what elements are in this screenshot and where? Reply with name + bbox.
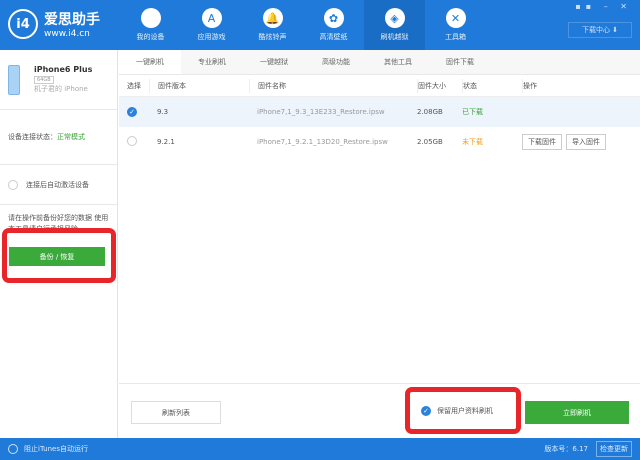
- check-update-button[interactable]: 检查更新: [596, 441, 632, 457]
- tab-one-click-flash[interactable]: 一键刷机: [119, 50, 181, 74]
- device-owner: 机子君的 iPhone: [34, 85, 88, 93]
- highlight-box: [405, 387, 521, 434]
- auto-activate-option[interactable]: 连接后自动激活设备: [0, 165, 117, 205]
- nav-label: 酷炫铃声: [258, 33, 287, 41]
- col-select: 选择: [127, 81, 141, 90]
- main-panel: 一键刷机 专业刷机 一键越狱 高级功能 其他工具 固件下载 选择 固件版本 固件…: [119, 50, 640, 438]
- nav-label: 刷机越狱: [380, 33, 409, 41]
- nav-ringtones[interactable]: 🔔 酷炫铃声: [242, 0, 303, 50]
- selected-radio[interactable]: ✓: [127, 107, 137, 117]
- firmware-status: 未下载: [462, 138, 483, 146]
- header: i4 爱思助手 www.i4.cn 我的设备 A 应用游戏 🔔 酷炫铃声 ✿ 高清壁纸 …: [0, 0, 640, 50]
- col-version: 固件版本: [149, 78, 249, 93]
- block-itunes-radio[interactable]: [8, 444, 18, 454]
- bell-icon: 🔔: [262, 8, 283, 28]
- import-firmware-button[interactable]: 导入固件: [566, 134, 606, 150]
- block-itunes-label[interactable]: 阻止iTunes自动运行: [24, 444, 88, 454]
- refresh-list-button[interactable]: 刷新列表: [131, 401, 221, 424]
- apple-icon: [140, 8, 161, 28]
- nav-label: 我的设备: [136, 33, 165, 41]
- tab-pro-flash[interactable]: 专业刷机: [181, 50, 243, 74]
- table-row[interactable]: ✓ 9.3 iPhone7,1_9.3_13E233_Restore.ipsw …: [119, 97, 640, 127]
- nav-wallpapers[interactable]: ✿ 高清壁纸: [303, 0, 364, 50]
- dropbox-icon: ◈: [384, 8, 405, 28]
- device-name: iPhone6 Plus: [34, 65, 93, 74]
- version-label: 版本号：6.17: [544, 445, 588, 453]
- col-size: 固件大小: [417, 78, 462, 93]
- firmware-name: iPhone7,1_9.3_13E233_Restore.ipsw: [257, 108, 385, 116]
- nav-flash-jailbreak[interactable]: ◈ 刷机越狱: [364, 0, 425, 50]
- auto-activate-radio[interactable]: [8, 179, 18, 190]
- capacity-badge: 64GB: [34, 76, 54, 84]
- status-label: 设备连接状态：: [8, 133, 57, 141]
- nav-toolbox[interactable]: ✕ 工具箱: [425, 0, 486, 50]
- tab-firmware-download[interactable]: 固件下载: [429, 50, 491, 74]
- logo-icon: i4: [8, 9, 38, 39]
- backup-warning: 请在操作前备份好您的数据 使用本工具请自行承担风险: [8, 214, 109, 229]
- auto-activate-label: 连接后自动激活设备: [26, 180, 89, 189]
- window-controls[interactable]: ▪▪ – ✕: [575, 2, 632, 11]
- logo-url: www.i4.cn: [44, 29, 90, 39]
- tab-jailbreak[interactable]: 一键越狱: [243, 50, 305, 74]
- tools-icon: ✕: [445, 8, 466, 28]
- table-row[interactable]: 9.2.1 iPhone7,1_9.2.1_13D20_Restore.ipsw…: [119, 127, 640, 157]
- logo: i4 爱思助手 www.i4.cn: [8, 9, 100, 39]
- bottom-bar: 刷新列表 ✓ 保留用户资料刷机 立即刷机: [119, 383, 640, 438]
- firmware-version: 9.2.1: [157, 138, 175, 146]
- nav-apps[interactable]: A 应用游戏: [181, 0, 242, 50]
- nav-my-device[interactable]: 我的设备: [120, 0, 181, 50]
- download-firmware-button[interactable]: 下载固件: [522, 134, 562, 150]
- col-status: 状态: [462, 78, 522, 93]
- firmware-size: 2.08GB: [417, 108, 443, 116]
- col-actions: 操作: [522, 78, 640, 93]
- table-header: 选择 固件版本 固件名称 固件大小 状态 操作: [119, 75, 640, 97]
- app-store-icon: A: [201, 8, 222, 28]
- nav-label: 工具箱: [445, 33, 466, 41]
- tab-other-tools[interactable]: 其他工具: [367, 50, 429, 74]
- connection-status: 设备连接状态： 正常模式: [0, 110, 117, 165]
- col-name: 固件名称: [249, 78, 417, 93]
- wallpaper-icon: ✿: [323, 8, 344, 28]
- tab-advanced[interactable]: 高级功能: [305, 50, 367, 74]
- nav-label: 应用游戏: [197, 33, 226, 41]
- firmware-size: 2.05GB: [417, 138, 443, 146]
- status-bar: 阻止iTunes自动运行 版本号：6.17 检查更新: [0, 438, 640, 460]
- firmware-status: 已下载: [462, 108, 483, 116]
- highlight-box: [2, 228, 116, 283]
- unselected-radio[interactable]: [127, 136, 137, 146]
- phone-icon: [8, 64, 20, 95]
- download-center-button[interactable]: 下载中心 ⬇: [568, 22, 632, 38]
- status-value: 正常模式: [57, 133, 85, 141]
- firmware-name: iPhone7,1_9.2.1_13D20_Restore.ipsw: [257, 138, 388, 146]
- flash-now-button[interactable]: 立即刷机: [525, 401, 629, 424]
- logo-title: 爱思助手: [44, 12, 100, 28]
- nav-label: 高清壁纸: [319, 33, 348, 41]
- device-info: iPhone6 Plus 64GB 机子君的 iPhone: [0, 50, 117, 110]
- firmware-version: 9.3: [157, 108, 169, 116]
